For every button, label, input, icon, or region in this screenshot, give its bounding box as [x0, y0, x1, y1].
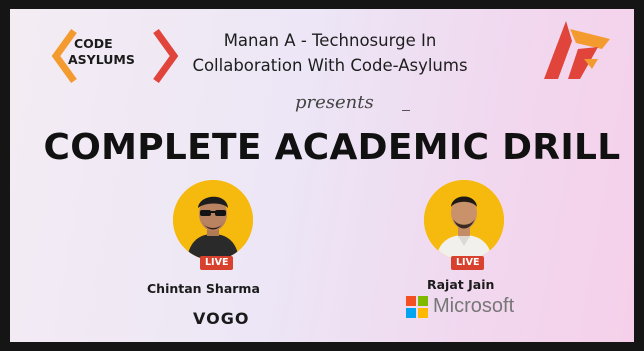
speaker-2-live-badge: LIVE: [451, 256, 485, 270]
speaker-1-name: Chintan Sharma: [147, 281, 260, 296]
header-line-2: Collaboration With Code-Asylums: [192, 56, 468, 75]
person-photo-icon: [173, 180, 253, 260]
speaker-1-company: VOGO: [193, 309, 250, 328]
speaker-2-company: Microsoft: [433, 295, 515, 317]
speaker-1-live-badge: LIVE: [200, 256, 234, 270]
code-asylums-wordmark: CODE ASYLUMS: [68, 36, 135, 68]
microsoft-logo: Microsoft: [406, 295, 514, 318]
speaker-2-name: Rajat Jain: [427, 277, 495, 292]
brand-word-code: CODE: [74, 36, 113, 51]
presents-dash: [402, 110, 410, 111]
speaker-1-avatar: [173, 180, 253, 260]
event-title: COMPLETE ACADEMIC DRILL: [43, 127, 621, 168]
person-photo-icon: [424, 180, 504, 260]
presents-text: presents: [295, 92, 374, 113]
microsoft-squares-icon: [406, 295, 428, 318]
event-header: Manan A - Technosurge In Collaboration W…: [160, 28, 500, 78]
speaker-2-avatar: [424, 180, 504, 260]
header-line-1: Manan A - Technosurge In: [223, 31, 437, 50]
technosurge-logo-icon: [544, 21, 610, 79]
event-banner: CODE ASYLUMS Manan A - Technosurge In Co…: [0, 0, 644, 351]
brand-word-asylums: ASYLUMS: [68, 52, 135, 67]
